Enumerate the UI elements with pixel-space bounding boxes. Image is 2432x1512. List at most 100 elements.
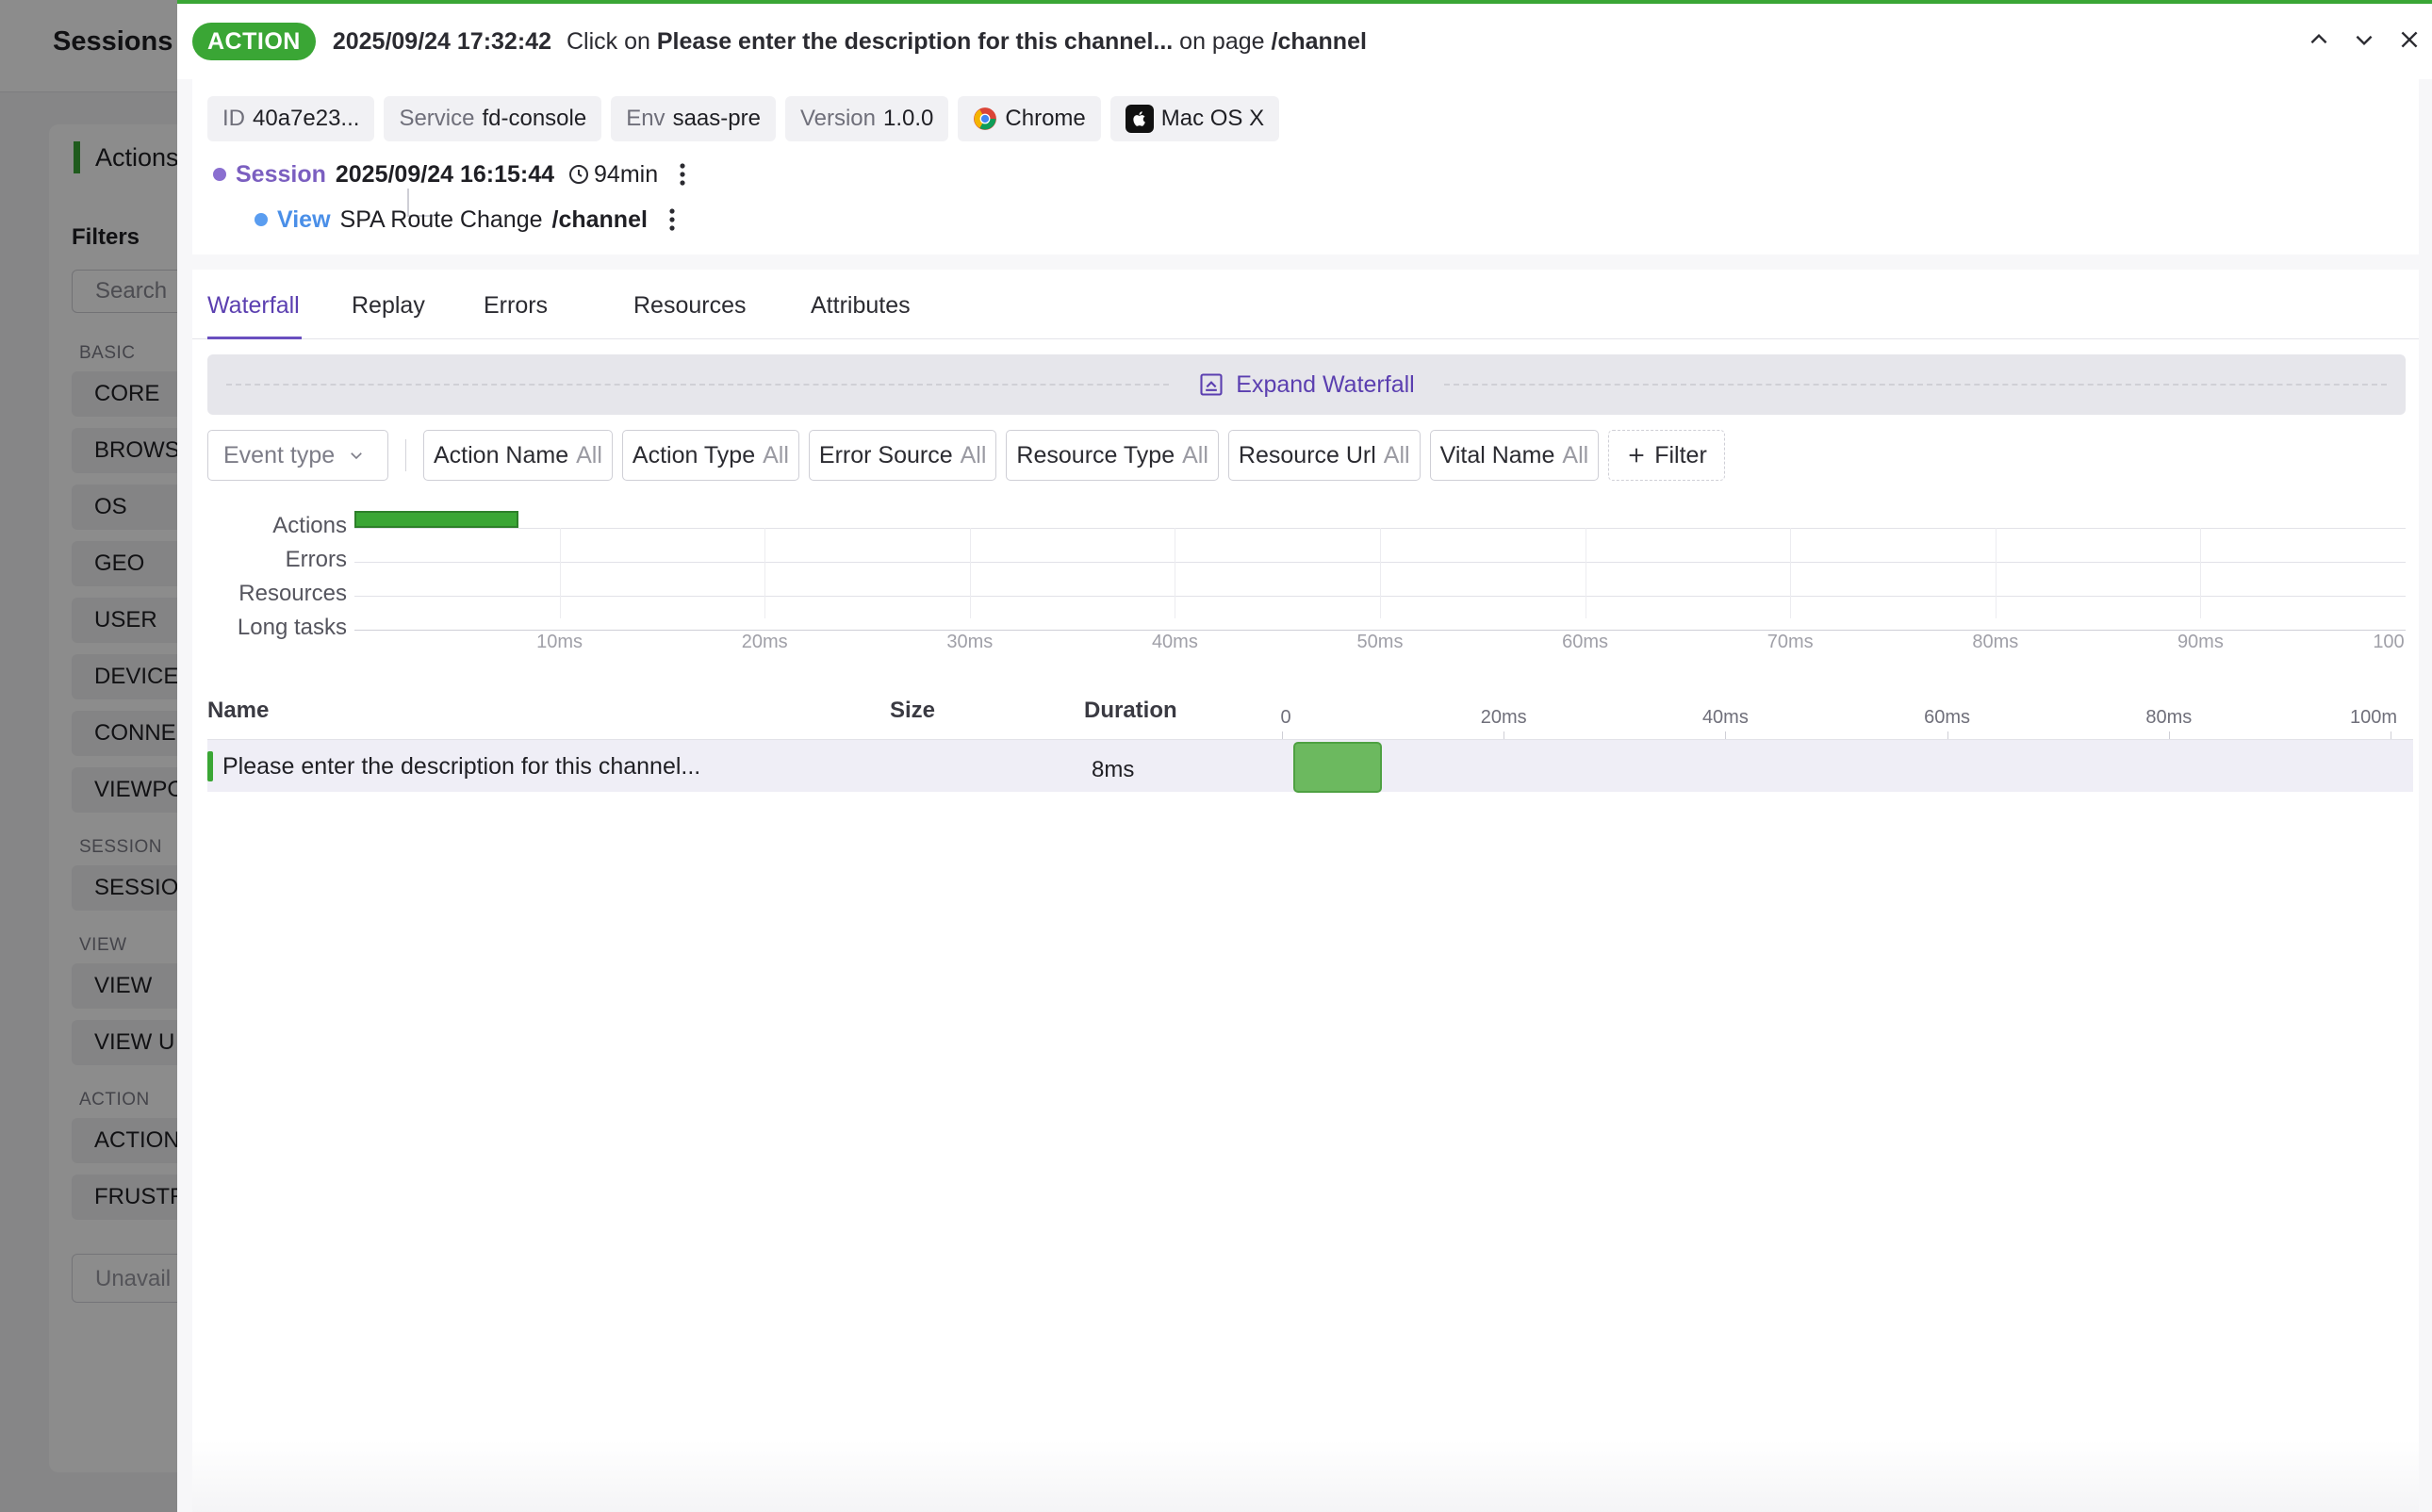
row-timing-bar[interactable]	[1292, 742, 1382, 793]
add-filter-button[interactable]: Filter	[1608, 430, 1725, 481]
tab-replay[interactable]: Replay	[352, 292, 425, 320]
timeline-tick-label: 20ms	[1480, 707, 1527, 728]
overview-tick-label: 50ms	[1356, 632, 1404, 652]
overview-tick-label: 60ms	[1562, 632, 1609, 652]
description-prefix: Click on	[566, 27, 657, 55]
chevron-up-icon[interactable]	[2296, 17, 2342, 62]
version-pill[interactable]: Version 1.0.0	[784, 96, 949, 141]
env-pill[interactable]: Env saas-pre	[611, 96, 776, 141]
overview-tick-label: 100	[2373, 632, 2405, 652]
event-description: Click on Please enter the description fo…	[567, 28, 1367, 56]
gridline	[969, 528, 971, 618]
filter-value: All	[576, 441, 602, 468]
filter-resource-type[interactable]: Resource Type All	[1006, 430, 1219, 481]
session-more-icon[interactable]	[671, 160, 694, 189]
column-header-duration[interactable]: Duration	[1084, 698, 1177, 724]
filter-vital-name[interactable]: Vital Name All	[1429, 430, 1600, 481]
overview-row-label: Resources	[238, 581, 347, 606]
filter-value: All	[960, 441, 987, 468]
row-name: Please enter the description for this ch…	[222, 753, 701, 780]
overview-bar-actions[interactable]	[354, 511, 519, 528]
event-type-badge: ACTION	[192, 23, 316, 60]
overview-tick-label: 90ms	[2177, 632, 2224, 652]
pill-value: 40a7e23...	[253, 106, 360, 131]
expand-waterfall-button[interactable]: Expand Waterfall	[207, 354, 2406, 415]
tab-waterfall[interactable]: Waterfall	[207, 292, 300, 320]
tab-attributes[interactable]: Attributes	[811, 292, 911, 320]
clock-icon	[569, 165, 589, 184]
add-filter-label: Filter	[1654, 441, 1707, 468]
waterfall-panel: Expand Waterfall Event type Action Name A…	[192, 339, 2419, 1512]
pill-key: Env	[626, 106, 666, 131]
filter-resource-url[interactable]: Resource Url All	[1227, 430, 1421, 481]
session-breadcrumb: Session 2025/09/24 16:15:44 94min	[213, 160, 694, 189]
axis-line	[354, 630, 2406, 631]
waterfall-overview-chart[interactable]: Actions Errors Resources Long tasks 10ms…	[207, 505, 2413, 675]
expand-icon	[1200, 373, 1223, 396]
timeline-tick-label: 60ms	[1924, 707, 1971, 728]
waterfall-filters: Event type Action Name All Action Type All…	[207, 430, 1725, 481]
pill-key: Version	[799, 106, 876, 131]
filter-value: All	[763, 441, 789, 468]
timeline-tick-label: 0	[1280, 707, 1291, 728]
filter-key: Vital Name	[1439, 441, 1555, 468]
view-more-icon[interactable]	[661, 205, 683, 234]
gridline	[2200, 528, 2202, 618]
drawer-nav	[2296, 17, 2432, 62]
apple-icon	[1125, 105, 1154, 133]
overview-tick-label: 30ms	[946, 632, 994, 652]
close-icon[interactable]	[2387, 17, 2432, 62]
timeline-tick-label: 80ms	[2145, 707, 2193, 728]
event-type-select[interactable]: Event type	[207, 430, 388, 481]
gridline	[764, 528, 766, 618]
filter-action-name[interactable]: Action Name All	[423, 430, 613, 481]
event-time: 2025/09/24 17:32:42	[332, 27, 551, 55]
attribute-pills: ID 40a7e23... Service fd-console Env saas-p…	[207, 96, 1280, 141]
session-duration: 94min	[594, 160, 659, 188]
overview-tick-label: 20ms	[741, 632, 788, 652]
session-label[interactable]: Session	[236, 161, 326, 189]
filter-key: Resource Url	[1238, 441, 1376, 468]
event-meta: ID 40a7e23... Service fd-console Env saas-p…	[192, 79, 2419, 255]
overview-tick-label: 40ms	[1151, 632, 1198, 652]
filter-key: Resource Type	[1016, 441, 1175, 468]
chevron-down-icon[interactable]	[2342, 17, 2387, 62]
column-header-size[interactable]: Size	[890, 698, 935, 724]
event-detail-drawer: ACTION 2025/09/24 17:32:42 Click on Plea…	[177, 0, 2432, 1512]
chrome-icon	[974, 107, 997, 130]
chevron-down-icon	[351, 452, 362, 460]
session-dot	[213, 168, 226, 181]
os-pill[interactable]: Mac OS X	[1109, 96, 1280, 141]
detail-tabs: Waterfall Replay Errors Resources Attrib…	[192, 270, 2419, 339]
view-label[interactable]: View	[277, 206, 331, 234]
divider	[1444, 384, 2387, 386]
id-pill[interactable]: ID 40a7e23...	[207, 96, 375, 141]
filter-key: Action Name	[434, 441, 569, 468]
pill-value: saas-pre	[672, 106, 761, 131]
service-pill[interactable]: Service fd-console	[384, 96, 602, 141]
page-path: /channel	[1271, 27, 1367, 55]
timeline-tick-label: 40ms	[1701, 707, 1749, 728]
os-name: Mac OS X	[1160, 106, 1265, 131]
action-type-marker	[207, 751, 213, 781]
browser-name: Chrome	[1005, 106, 1086, 131]
divider	[405, 439, 406, 471]
view-path: /channel	[551, 205, 648, 233]
view-breadcrumb: View SPA Route Change /channel	[255, 205, 683, 234]
filter-error-source[interactable]: Error Source All	[808, 430, 997, 481]
view-type: SPA Route Change	[339, 205, 543, 233]
pill-value: fd-console	[482, 106, 587, 131]
filter-value: All	[1383, 441, 1410, 468]
browser-pill[interactable]: Chrome	[958, 96, 1101, 141]
overview-row-label: Long tasks	[237, 615, 347, 640]
divider	[226, 384, 1169, 386]
tab-resources[interactable]: Resources	[633, 292, 747, 320]
table-row[interactable]: Please enter the description for this ch…	[207, 739, 2413, 793]
drawer-header: ACTION 2025/09/24 17:32:42 Click on Plea…	[177, 4, 2432, 79]
bottom-fade	[192, 1440, 2419, 1512]
tab-errors[interactable]: Errors	[484, 292, 548, 320]
column-header-name[interactable]: Name	[207, 698, 269, 724]
filter-action-type[interactable]: Action Type All	[621, 430, 799, 481]
view-dot	[255, 213, 268, 226]
action-target: Please enter the description for this ch…	[656, 27, 1174, 55]
